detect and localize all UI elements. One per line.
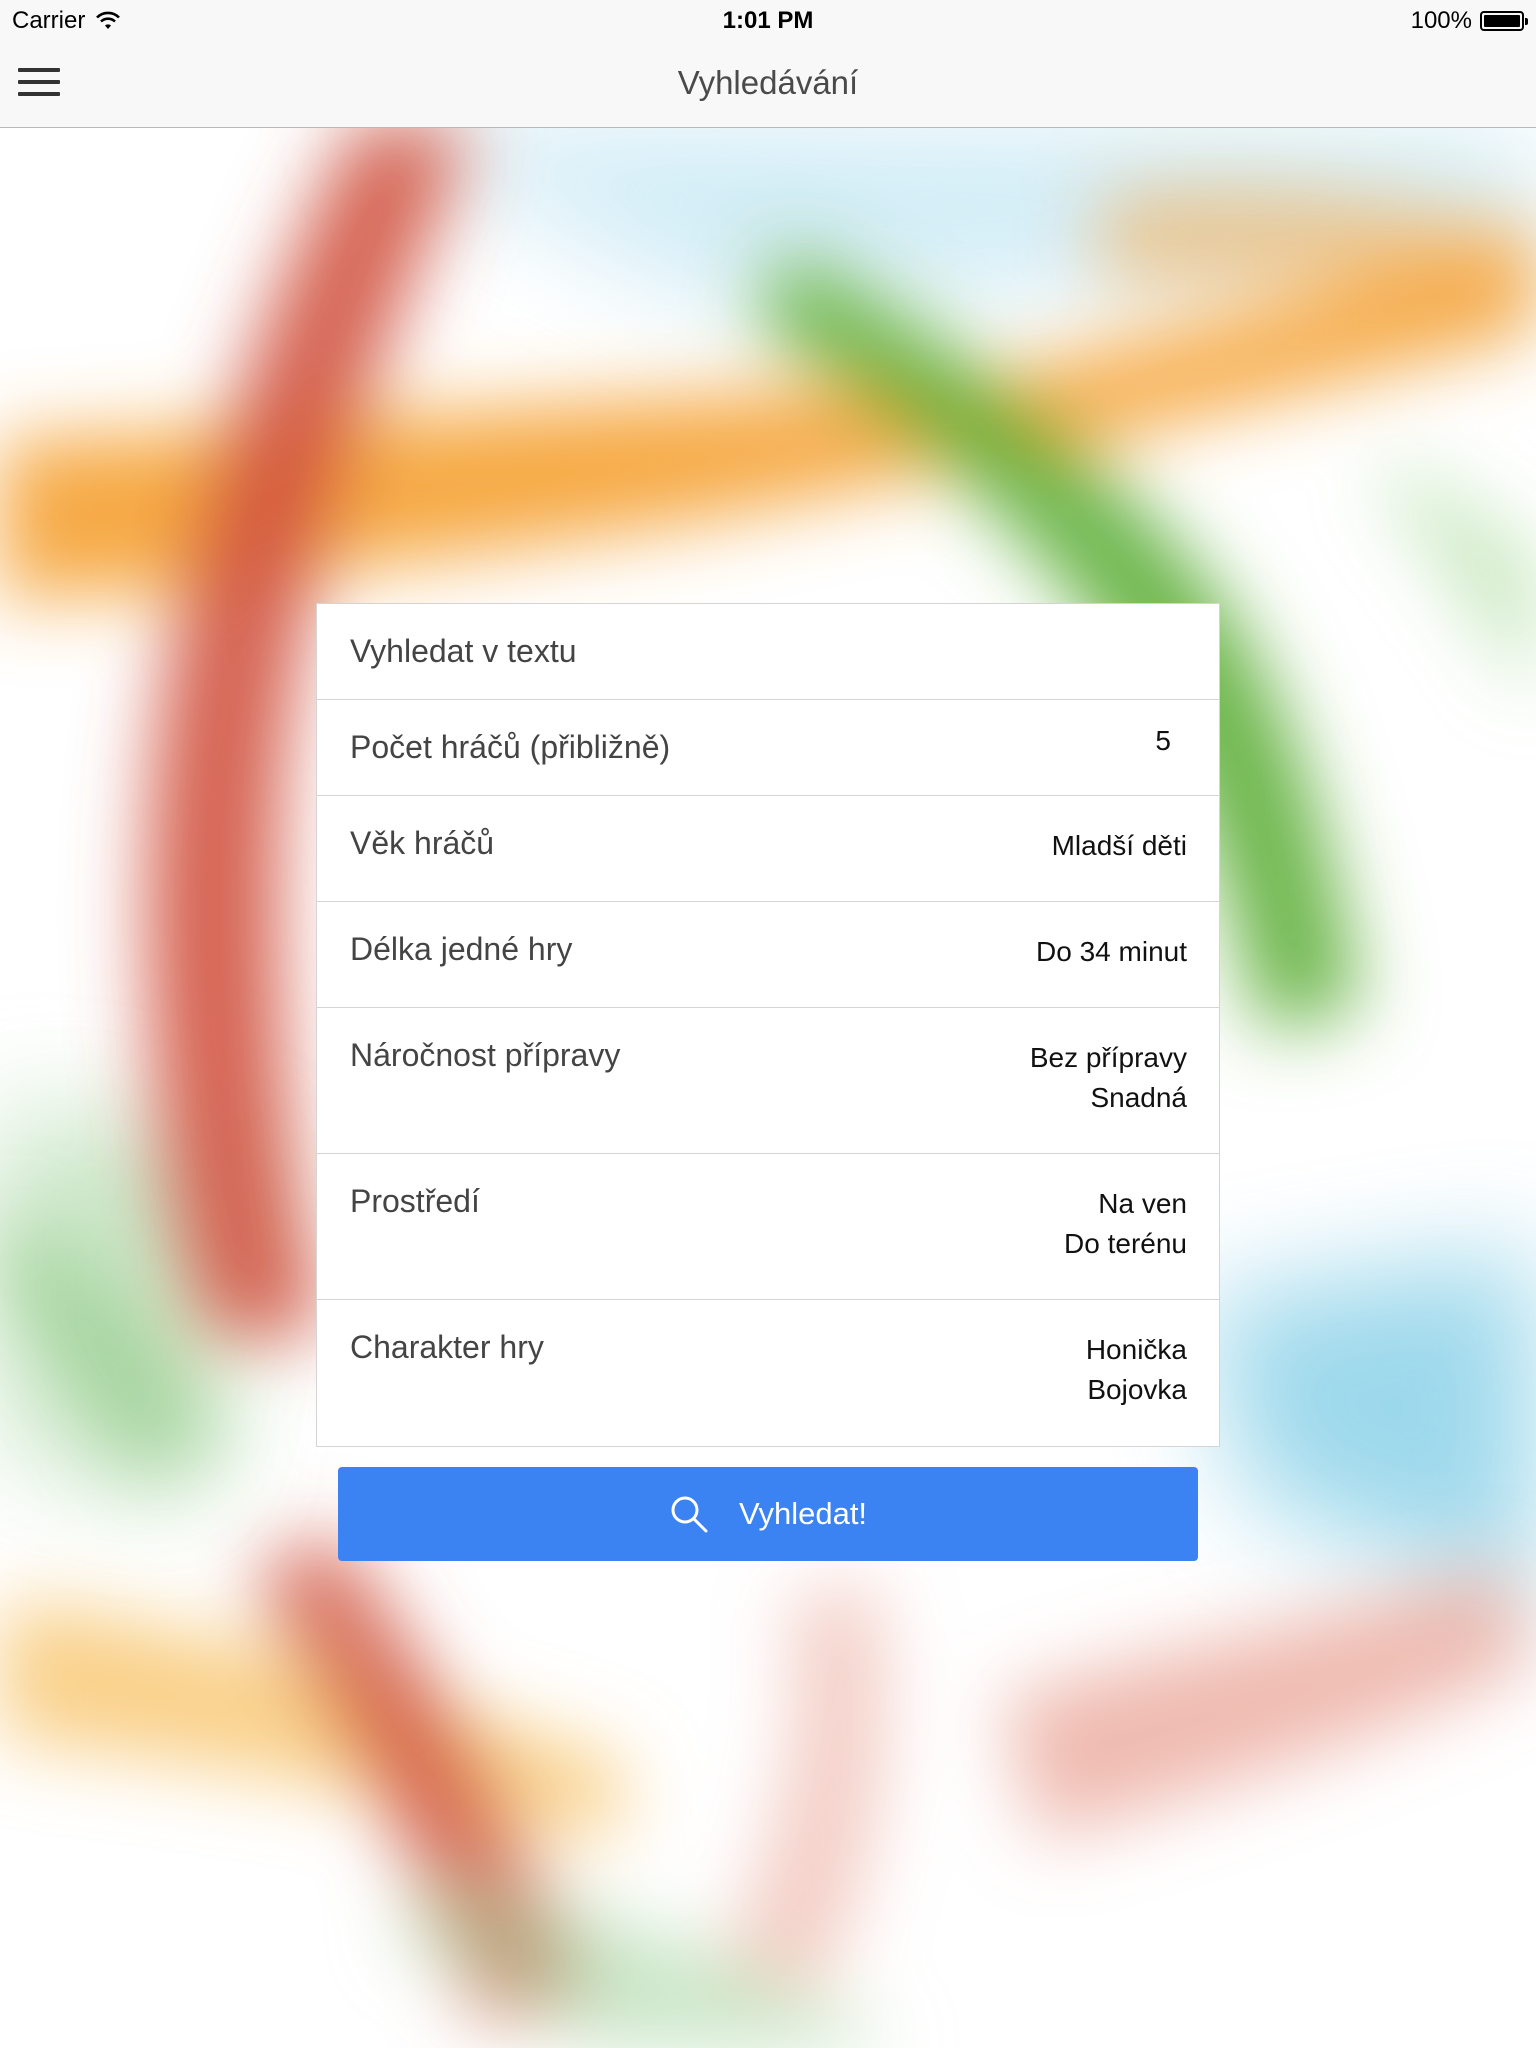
search-button-label: Vyhledat! [738,1496,868,1531]
search-button[interactable]: Vyhledat! [338,1467,1198,1561]
search-form: Počet hráčů (přibližně) 5 Věk hráčů Mlad… [316,603,1220,1447]
environment-row[interactable]: Prostředí Na ven Do terénu [317,1154,1219,1300]
character-values: Honička Bojovka [1086,1330,1187,1410]
preparation-values: Bez přípravy Snadná [1030,1038,1187,1118]
battery-level-fill [1484,15,1520,27]
battery-icon [1480,11,1528,31]
character-value-1: Honička [1085,1334,1187,1365]
players-count-label: Počet hráčů (přibližně) [350,729,671,765]
character-label: Charakter hry [350,1329,544,1365]
battery-percent: 100% [1410,7,1472,34]
age-row[interactable]: Věk hráčů Mladší děti [317,796,1219,902]
character-value-2: Bojovka [1087,1374,1187,1405]
preparation-value-2: Snadná [1090,1082,1187,1113]
character-row[interactable]: Charakter hry Honička Bojovka [317,1300,1219,1446]
preparation-label: Náročnost přípravy [350,1037,621,1073]
status-time: 1:01 PM [722,7,814,34]
search-screen: Carrier 1:01 PM 100% Vyhledávání Počet h [0,0,1536,2048]
page-title: Vyhledávání [677,64,859,101]
search-icon [671,1496,708,1533]
status-bar: Carrier 1:01 PM 100% [0,0,1536,40]
environment-value-1: Na ven [1098,1188,1187,1219]
age-value: Mladší děti [1051,830,1187,861]
players-count-row[interactable]: Počet hráčů (přibližně) 5 [317,700,1219,796]
duration-value: Do 34 minut [1036,936,1187,967]
age-label: Věk hráčů [350,825,495,861]
duration-row[interactable]: Délka jedné hry Do 34 minut [317,902,1219,1008]
environment-value-2: Do terénu [1064,1228,1187,1259]
text-search-row[interactable] [317,604,1219,700]
status-right: 100% [1410,7,1528,35]
preparation-row[interactable]: Náročnost přípravy Bez přípravy Snadná [317,1008,1219,1154]
preparation-value-1: Bez přípravy [1029,1042,1187,1073]
players-count-value[interactable]: 5 [1155,725,1171,757]
environment-values: Na ven Do terénu [1064,1184,1187,1264]
text-search-input[interactable] [350,628,1189,674]
navigation-bar: Vyhledávání [0,40,1536,128]
environment-label: Prostředí [350,1183,480,1219]
duration-label: Délka jedné hry [350,931,573,967]
